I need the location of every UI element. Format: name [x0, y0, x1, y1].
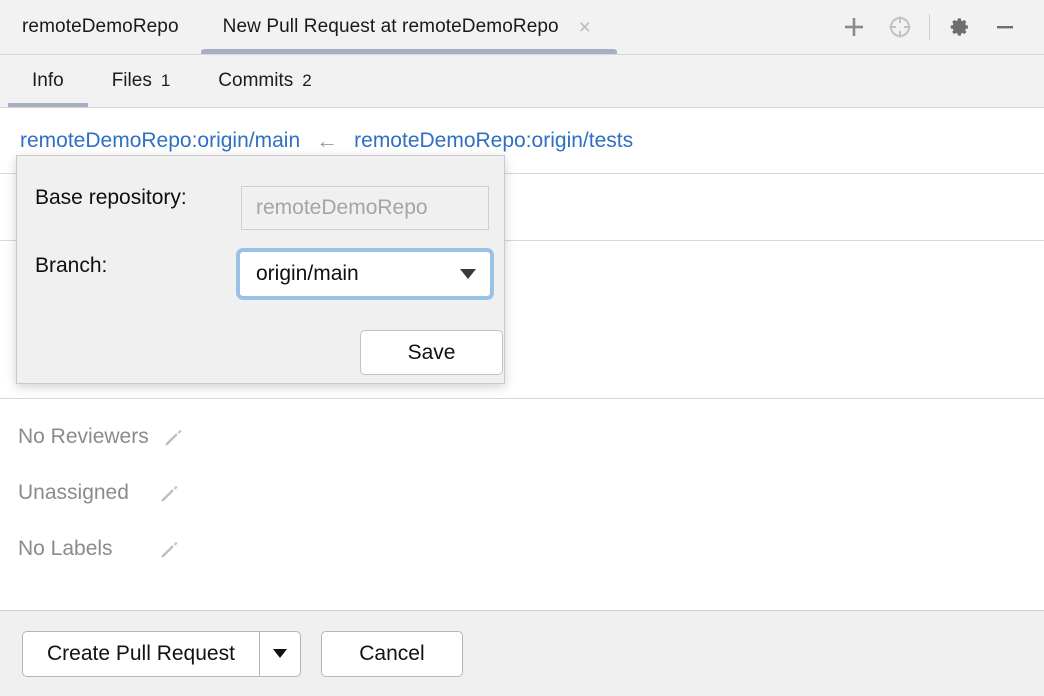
base-repository-row: Base repository:	[35, 186, 187, 210]
cancel-button[interactable]: Cancel	[320, 630, 463, 677]
tab-commits[interactable]: Commits 2	[194, 55, 335, 107]
arrow-left-icon: ←	[316, 128, 339, 153]
branch-select[interactable]: origin/main	[239, 251, 491, 297]
settings-button[interactable]	[936, 7, 982, 47]
base-branch-popup: Base repository: remoteDemoRepo Branch: …	[16, 155, 505, 384]
locate-button[interactable]	[877, 7, 923, 47]
labels-row[interactable]: No Labels	[0, 521, 520, 577]
add-button[interactable]	[831, 7, 877, 47]
window-actions	[831, 0, 1044, 54]
chevron-down-icon	[272, 649, 287, 658]
head-branch-link[interactable]: remoteDemoRepo:origin/tests	[354, 129, 633, 153]
tab-label: Info	[32, 70, 64, 91]
save-button[interactable]: Save	[360, 330, 503, 375]
minimize-icon	[997, 26, 1013, 29]
base-branch-link[interactable]: remoteDemoRepo:origin/main	[20, 129, 300, 153]
close-icon[interactable]: ×	[575, 17, 595, 38]
pencil-icon[interactable]	[159, 538, 181, 560]
tab-count: 2	[302, 71, 312, 90]
window-tab-repo[interactable]: remoteDemoRepo	[0, 0, 201, 54]
content-tabs: Info Files 1 Commits 2	[0, 55, 1044, 108]
branch-row-label: Branch:	[35, 254, 107, 278]
window-tab-new-pull-request[interactable]: New Pull Request at remoteDemoRepo ×	[200, 0, 617, 54]
dialog-action-bar: Create Pull Request Cancel	[0, 610, 1044, 696]
tab-label: Commits	[218, 70, 294, 91]
branch-label: Branch:	[35, 254, 108, 277]
pencil-icon[interactable]	[163, 426, 185, 448]
create-pull-request-label: Create Pull Request	[47, 641, 235, 665]
tab-files[interactable]: Files 1	[88, 55, 195, 107]
tab-count: 1	[160, 71, 171, 90]
toolbar-divider	[929, 14, 930, 40]
titlebar-spacer	[617, 0, 831, 54]
base-repository-label: Base repository:	[35, 186, 187, 209]
base-repository-field: remoteDemoRepo	[241, 186, 489, 230]
branch-selected-value: origin/main	[256, 262, 359, 285]
window-tab-label: New Pull Request at remoteDemoRepo	[222, 16, 559, 37]
create-pull-request-split-button: Create Pull Request	[22, 630, 301, 677]
pull-request-metadata-list: No Reviewers Unassigned No Labels	[0, 409, 520, 577]
minimize-button[interactable]	[982, 7, 1028, 47]
assignee-row[interactable]: Unassigned	[0, 465, 520, 521]
tab-label: Files	[111, 70, 152, 91]
assignee-label: Unassigned	[18, 481, 129, 504]
pencil-icon[interactable]	[159, 482, 181, 504]
reviewers-label: No Reviewers	[18, 425, 149, 448]
save-button-label: Save	[407, 340, 456, 364]
pull-request-window: remoteDemoRepo New Pull Request at remot…	[0, 0, 1044, 696]
reviewers-row[interactable]: No Reviewers	[0, 409, 520, 465]
chevron-down-icon	[460, 269, 476, 279]
base-repository-value: remoteDemoRepo	[256, 196, 428, 219]
window-tab-label: remoteDemoRepo	[22, 16, 179, 37]
cancel-button-label: Cancel	[359, 641, 425, 665]
gear-icon	[950, 18, 968, 36]
create-pull-request-dropdown-button[interactable]	[258, 630, 301, 677]
create-pull-request-button[interactable]: Create Pull Request	[22, 630, 259, 677]
divider	[0, 398, 1044, 399]
plus-icon	[845, 18, 863, 36]
tab-info[interactable]: Info	[8, 55, 88, 107]
window-titlebar: remoteDemoRepo New Pull Request at remot…	[0, 0, 1044, 55]
labels-label: No Labels	[18, 537, 113, 560]
crosshair-icon	[889, 16, 911, 38]
